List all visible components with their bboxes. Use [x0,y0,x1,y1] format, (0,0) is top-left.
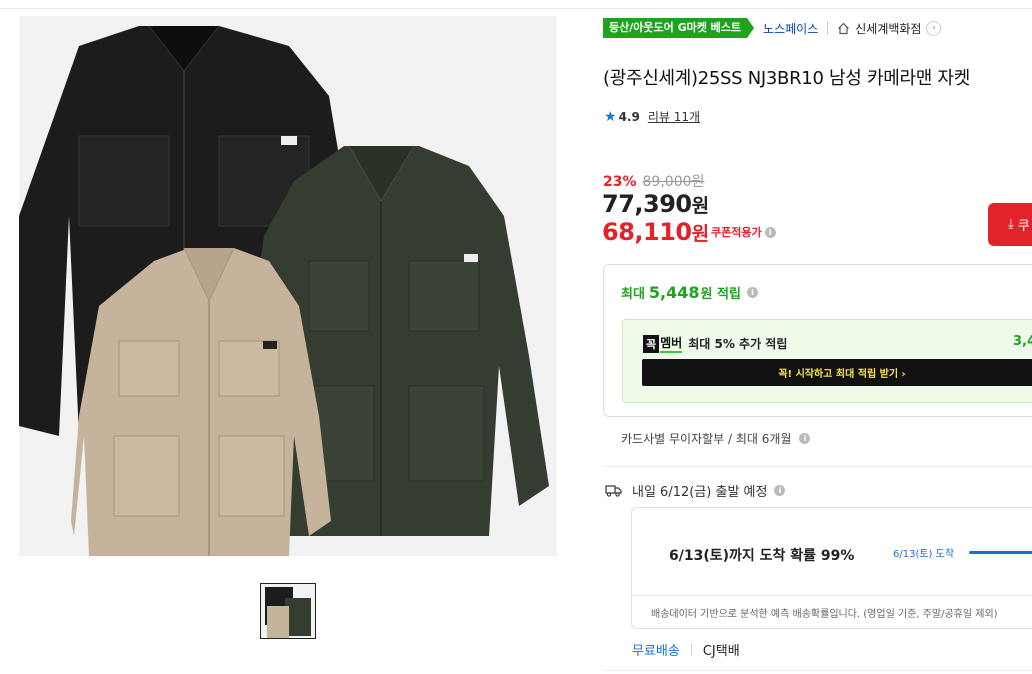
coupon-price: 68,110원 [602,218,709,246]
dispatch-text: 내일 6/12(금) 출발 예정 [632,485,768,500]
carrier-separator [690,644,692,655]
chevron-right-icon: › [926,20,942,36]
product-thumbnail[interactable] [260,583,316,639]
delivery-note: 배송데이터 기반으로 분석한 예측 배송확률입니다. (영업일 기준, 주말/공… [651,609,998,620]
points-suffix: 원 적립 [700,287,741,302]
free-shipping-label: 무료배송 [632,644,680,659]
best-badge-flag [747,18,755,38]
coupon-label: 쿠폰적용가 i [711,224,776,240]
shipping-row: 내일 6/12(금) 출발 예정 i [605,481,786,500]
delivery-divider [632,595,1032,596]
badge-separator [827,22,829,34]
sale-price-unit: 원 [691,195,709,217]
rating-score: 4.9 [618,109,640,124]
info-icon[interactable]: i [799,433,811,444]
carrier-name: CJ택배 [702,644,740,659]
member-logo-k: 꼭 [643,334,660,353]
points-title: 최대 5,448 원 적립 i [621,283,758,302]
arrival-bar [969,551,1032,554]
member-logo-m: 멤버 [660,334,683,353]
delivery-box: 6/13(토)까지 도착 확률 99% 6/13(토) 도착 배송데이터 기반으… [631,507,1032,629]
best-badge[interactable]: 등산/아웃도어 G마켓 베스트 [603,18,748,38]
points-prefix: 최대 [621,287,645,302]
thumbnail-illustration [265,587,311,638]
carrier-row: 무료배송 CJ택배 [632,640,740,659]
sale-price: 77,390원 [602,190,709,218]
truck-icon [605,485,622,497]
home-icon [838,22,850,34]
member-box: 꼭 멤버 최대 5% 추가 적립 3,4 꼭! 시작하고 최대 적립 받기 › [622,319,1032,403]
coupon-price-unit: 원 [691,223,709,245]
jacket-illustration [19,25,549,556]
download-label: 쿠 [1017,219,1030,234]
points-amount: 5,448 [648,283,700,302]
top-divider [0,8,1032,9]
info-icon[interactable]: i [746,287,758,298]
coupon-price-number: 68,110 [602,218,692,246]
download-icon: ⤓ [1008,217,1014,232]
installment-info: 카드사별 무이자할부 / 최대 6개월 i [621,430,811,447]
info-icon[interactable]: i [764,226,776,238]
coupon-download-button[interactable]: ⤓ 쿠 [988,203,1032,246]
discount-rate: 23% [603,174,637,190]
star-icon: ★ [604,108,617,125]
member-head: 꼭 멤버 최대 5% 추가 적립 [643,334,787,353]
member-amount: 3,4 [1013,334,1032,349]
arrival-date: 6/13(토) 도착 [893,549,955,560]
divider [603,670,1032,671]
installment-text: 카드사별 무이자할부 / 최대 6개월 [621,432,792,446]
coupon-label-text: 쿠폰적용가 [711,226,762,239]
member-text: 최대 5% 추가 적립 [688,337,788,351]
points-box: 최대 5,448 원 적립 i 꼭 멤버 최대 5% 추가 적립 3,4 꼭! … [603,264,1032,417]
info-icon[interactable]: i [774,485,786,496]
review-link[interactable]: 리뷰 11개 [648,108,700,125]
main-product-image[interactable] [19,16,557,556]
rating-row: ★ 4.9 리뷰 11개 [604,108,700,125]
brand-link[interactable]: 노스페이스 [763,20,818,37]
badge-row: 등산/아웃도어 G마켓 베스트 노스페이스 신세계백화점 › [603,17,942,39]
product-title: (광주신세계)25SS NJ3BR10 남성 카메라맨 자켓 [603,68,970,89]
sale-price-number: 77,390 [602,190,692,218]
original-price: 89,000원 [642,174,705,190]
discount-row: 23% 89,000원 [603,171,704,191]
arrival-probability: 6/13(토)까지 도착 확률 99% [669,548,855,564]
divider [603,466,1032,467]
member-logo: 꼭 멤버 [643,334,683,353]
store-name: 신세계백화점 [855,21,922,36]
member-start-button[interactable]: 꼭! 시작하고 최대 적립 받기 › [642,359,1032,386]
store-link[interactable]: 신세계백화점 › [837,20,942,37]
